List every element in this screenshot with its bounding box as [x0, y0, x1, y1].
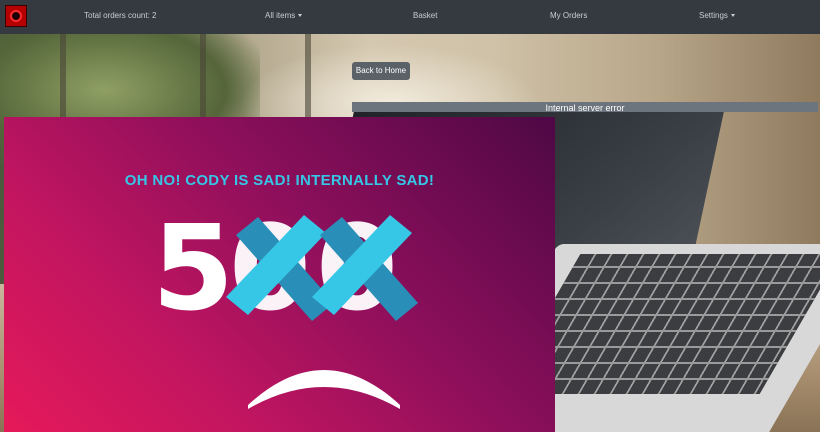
nav-settings[interactable]: Settings: [699, 11, 735, 20]
sad-mouth-icon: [248, 370, 400, 409]
back-to-home-button[interactable]: Back to Home: [352, 62, 410, 80]
nav-all-items-label: All items: [265, 11, 296, 20]
nav-basket[interactable]: Basket: [413, 11, 437, 20]
chevron-down-icon: [730, 14, 735, 17]
nav-settings-label: Settings: [699, 11, 728, 20]
sad-mouth-shape: [248, 370, 400, 409]
error-panel: OH NO! CODY IS SAD! INTERNALLY SAD! 5 0 …: [4, 117, 555, 432]
nav-all-items[interactable]: All items: [265, 11, 303, 20]
navbar: Total orders count: 2 All items Basket M…: [0, 0, 820, 34]
logo-ring: [10, 10, 22, 22]
chevron-down-icon: [298, 14, 303, 17]
logo-icon[interactable]: [5, 5, 27, 27]
orders-count: Total orders count: 2: [84, 11, 157, 20]
nav-my-orders[interactable]: My Orders: [550, 11, 587, 20]
error-message: Internal server error: [352, 102, 818, 112]
